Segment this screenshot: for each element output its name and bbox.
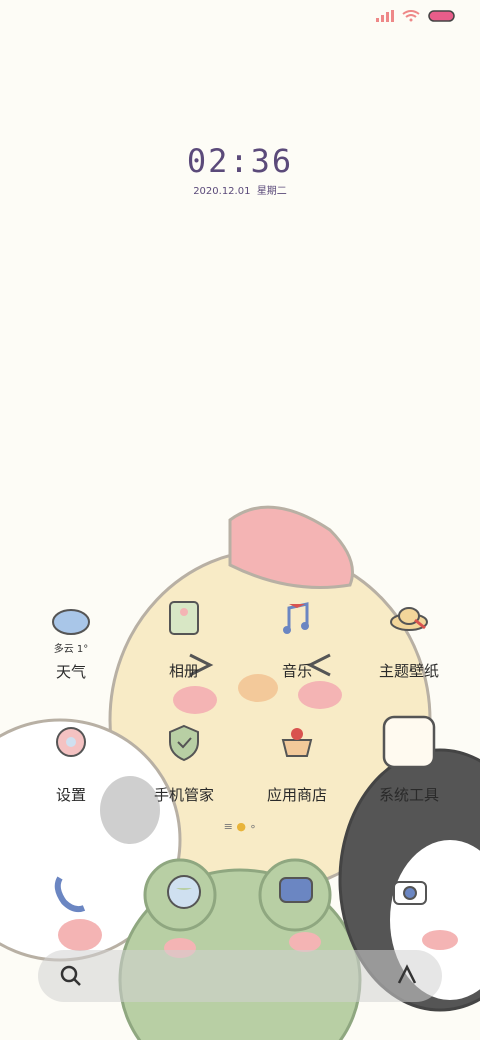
page-indicator[interactable]: ≡ ● ∘	[0, 820, 480, 833]
hat-icon	[390, 607, 428, 631]
phone-icon[interactable]	[48, 870, 92, 914]
browser-globe-icon[interactable]	[162, 870, 206, 914]
clock-widget[interactable]: 02:36 2020.12.01 星期二	[0, 142, 480, 197]
app-label: 主题壁纸	[378, 662, 439, 680]
gear-icon	[56, 727, 86, 757]
app-label: 相册	[168, 662, 199, 680]
app-weather[interactable]: 多云 1° 天气	[16, 596, 126, 682]
gallery-icon	[169, 601, 199, 635]
app-system-tools[interactable]: 系统工具	[354, 714, 464, 805]
duck-icon: ●	[236, 820, 246, 833]
folder-icon	[382, 715, 436, 769]
app-label: 音乐	[281, 662, 312, 680]
wifi-icon	[402, 10, 420, 22]
search-bar[interactable]	[38, 950, 442, 1002]
weather-info: 多云 1°	[53, 644, 89, 655]
camera-icon[interactable]	[388, 870, 432, 914]
battery-icon	[428, 10, 455, 22]
store-basket-icon	[281, 728, 313, 757]
status-bar	[376, 10, 456, 22]
app-settings[interactable]: 设置	[16, 720, 126, 805]
app-store[interactable]: 应用商店	[242, 720, 352, 805]
clock-date: 2020.12.01 星期二	[193, 186, 287, 197]
app-themes[interactable]: 主题壁纸	[354, 596, 464, 681]
app-label: 系统工具	[378, 786, 439, 804]
assistant-icon[interactable]	[396, 964, 418, 986]
app-gallery[interactable]: 相册	[129, 596, 239, 681]
app-music[interactable]: 音乐	[242, 596, 352, 681]
app-label: 设置	[55, 786, 86, 804]
app-phone-manager[interactable]: 手机管家	[129, 720, 239, 805]
message-icon[interactable]	[274, 870, 318, 914]
clock-time: 02:36	[186, 142, 294, 180]
shield-icon	[169, 724, 199, 762]
weather-cloud-icon	[52, 609, 90, 635]
search-icon	[60, 965, 81, 986]
signal-icon	[376, 10, 394, 22]
music-note-icon	[283, 602, 309, 634]
app-label: 应用商店	[266, 786, 327, 804]
app-label: 手机管家	[153, 786, 214, 804]
app-label: 天气	[55, 663, 86, 681]
